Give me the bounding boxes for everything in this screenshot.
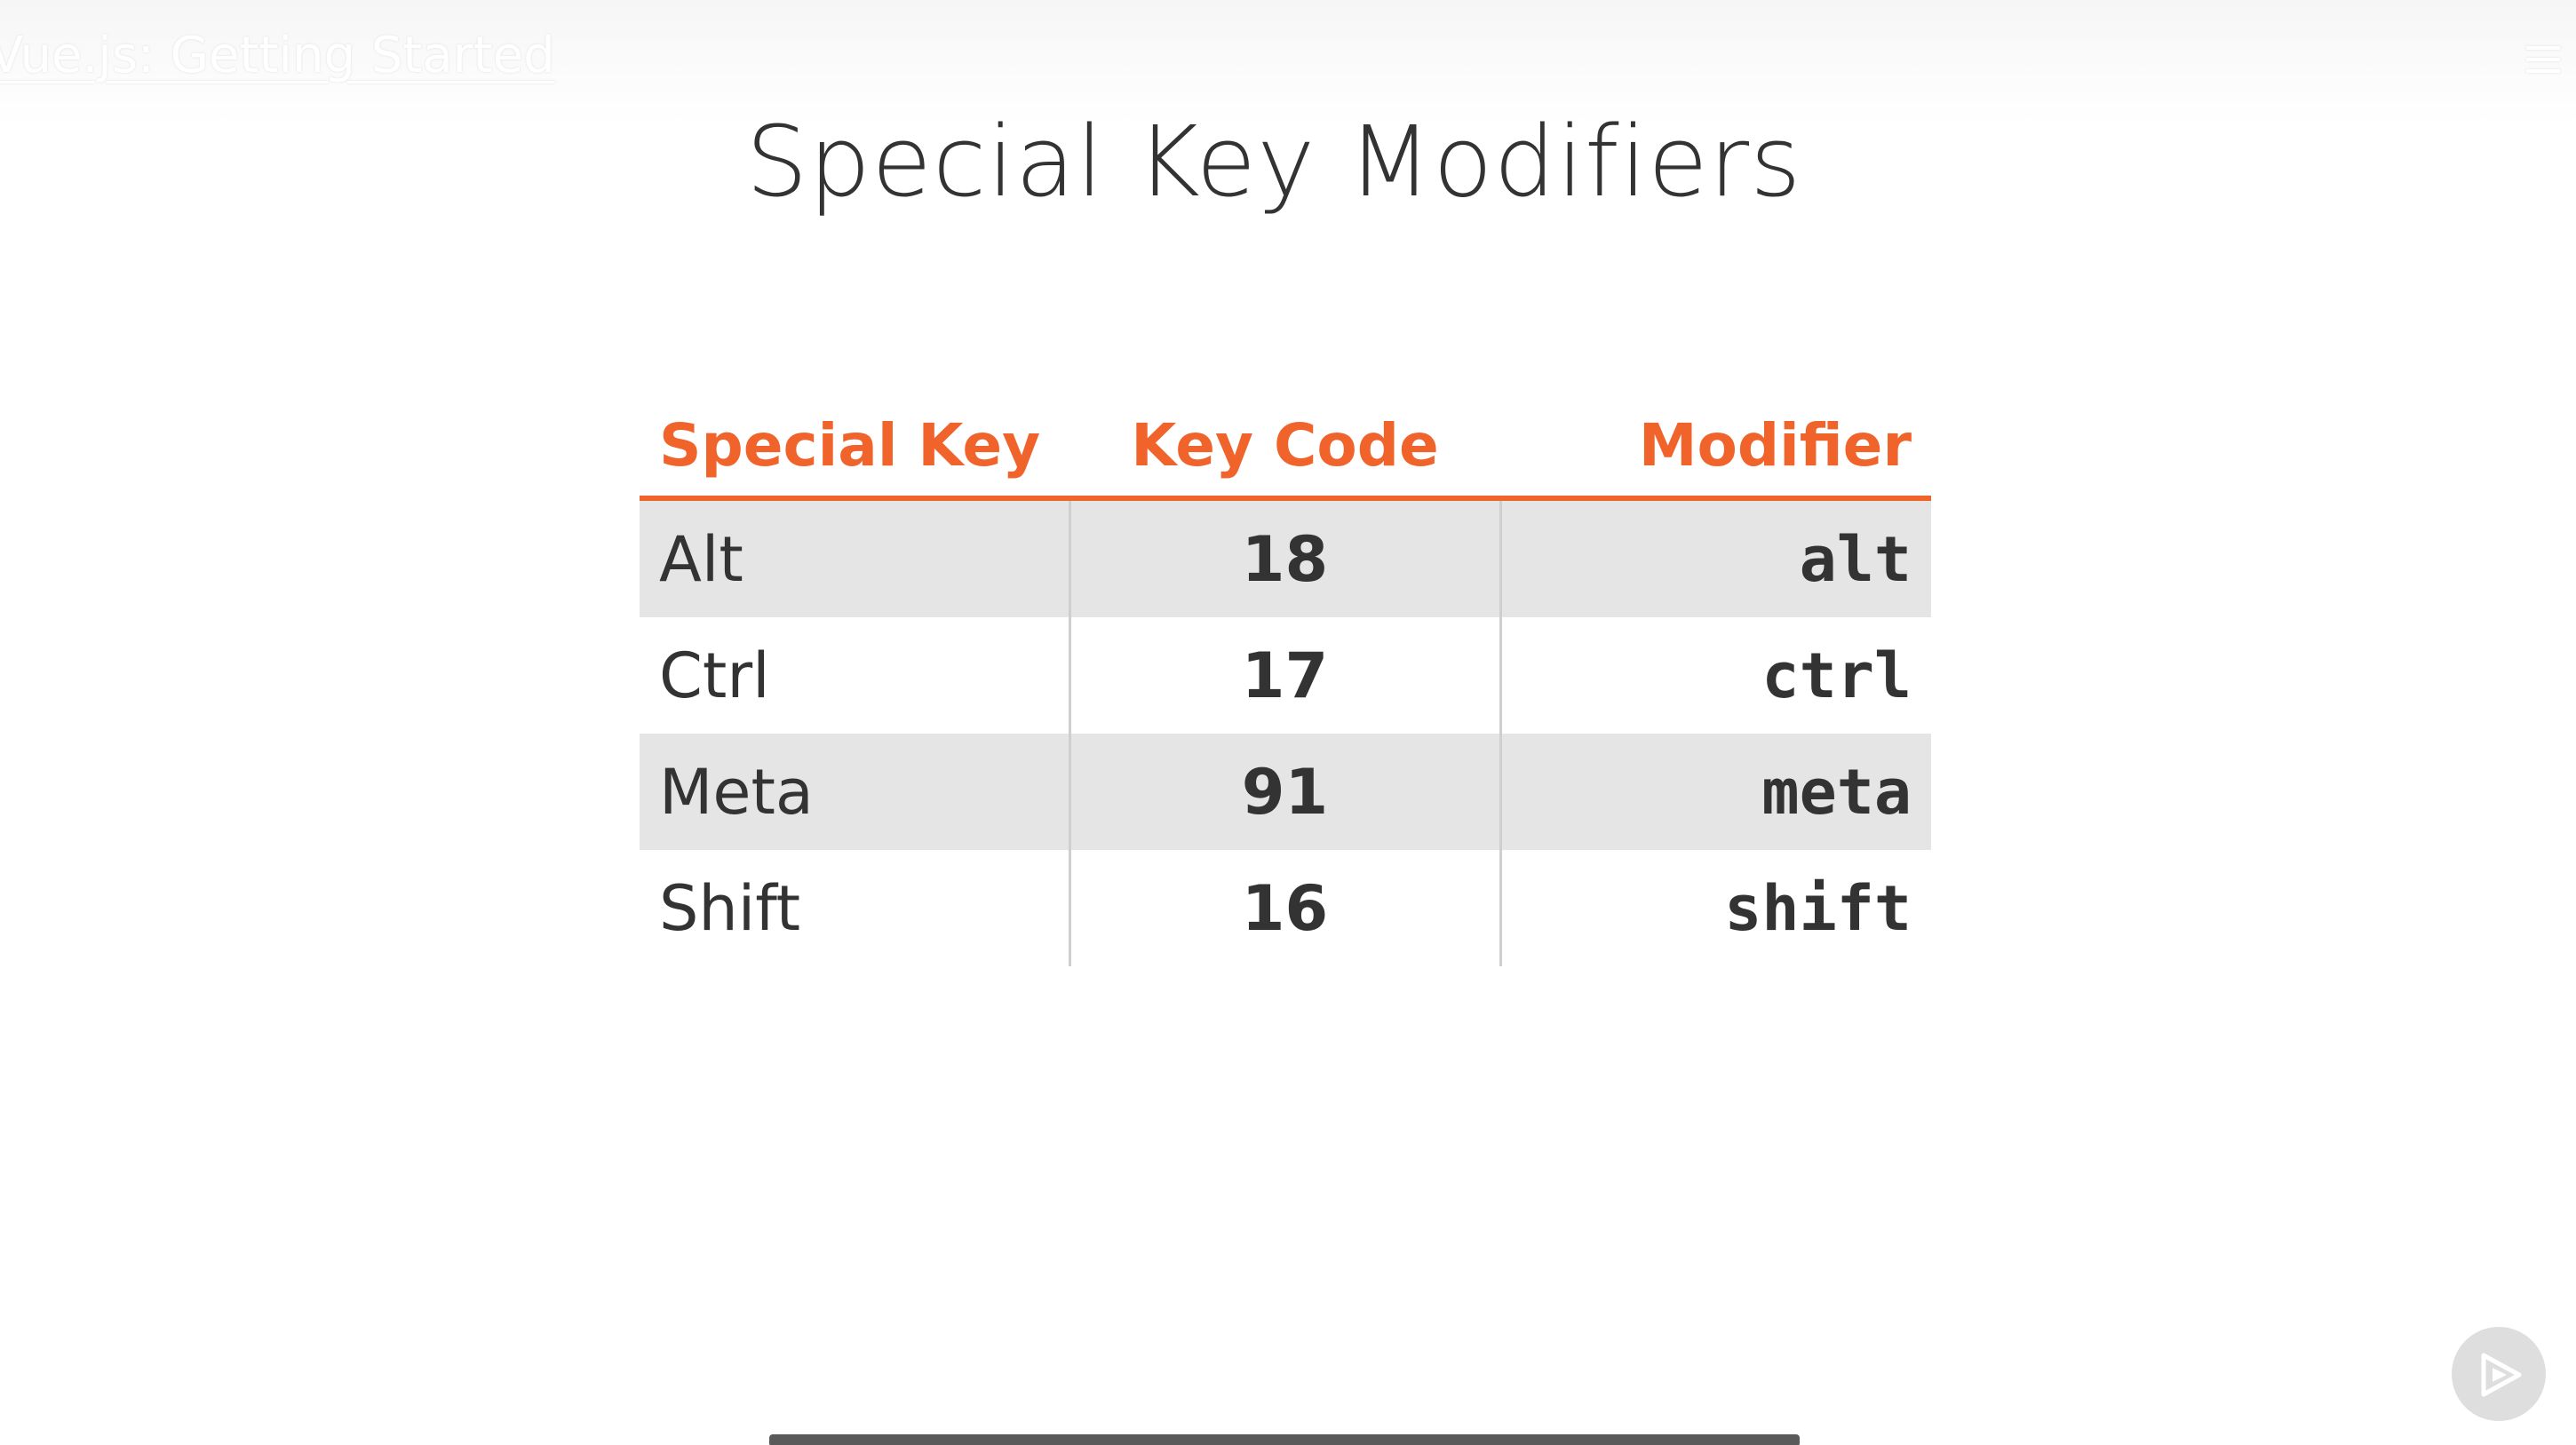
menu-icon-line xyxy=(2526,58,2560,61)
play-next-button[interactable] xyxy=(2452,1327,2546,1421)
hamburger-menu-icon[interactable] xyxy=(2526,46,2560,76)
header-modifier: Modifier xyxy=(1500,355,1931,501)
cell-modifier: meta xyxy=(1500,734,1931,850)
cell-key-code: 18 xyxy=(1069,498,1502,617)
cell-modifier: shift xyxy=(1724,871,1912,945)
header-key-code: Key Code xyxy=(1069,355,1500,501)
header-special-key: Special Key xyxy=(640,355,1069,501)
cell-key-code: 16 xyxy=(1069,850,1502,966)
slide-title: Special Key Modifiers xyxy=(745,105,1802,218)
cell-modifier: alt xyxy=(1500,498,1931,617)
cell-modifier: ctrl xyxy=(1761,639,1912,712)
cell-key-code: 17 xyxy=(1069,617,1502,734)
cell-special-key: Shift xyxy=(640,850,1071,966)
menu-icon-line xyxy=(2526,46,2560,50)
progress-scrubber[interactable] xyxy=(769,1434,1800,1445)
play-icon xyxy=(2481,1353,2522,1397)
table-row: Alt 18 alt xyxy=(640,498,1931,617)
table-row: Meta 91 meta xyxy=(640,734,1931,850)
table-header-row: Special Key Key Code Modifier xyxy=(640,355,1931,501)
table-row: Shift 16 shift xyxy=(640,850,1931,966)
cell-special-key: Alt xyxy=(640,498,1071,617)
key-modifiers-table: Special Key Key Code Modifier Alt 18 alt… xyxy=(640,355,1931,966)
cell-special-key: Meta xyxy=(640,734,1071,850)
menu-icon-line xyxy=(2526,69,2560,73)
course-title-link[interactable]: Vue.js: Getting Started xyxy=(0,27,555,84)
key-table: Special Key Key Code Modifier Alt 18 alt… xyxy=(640,355,1931,966)
cell-special-key: Ctrl xyxy=(640,617,1071,734)
table-row: Ctrl 17 ctrl xyxy=(640,617,1931,734)
cell-key-code: 91 xyxy=(1069,734,1502,850)
video-player[interactable]: Vue.js: Getting Started Special Key Modi… xyxy=(0,0,2576,1445)
